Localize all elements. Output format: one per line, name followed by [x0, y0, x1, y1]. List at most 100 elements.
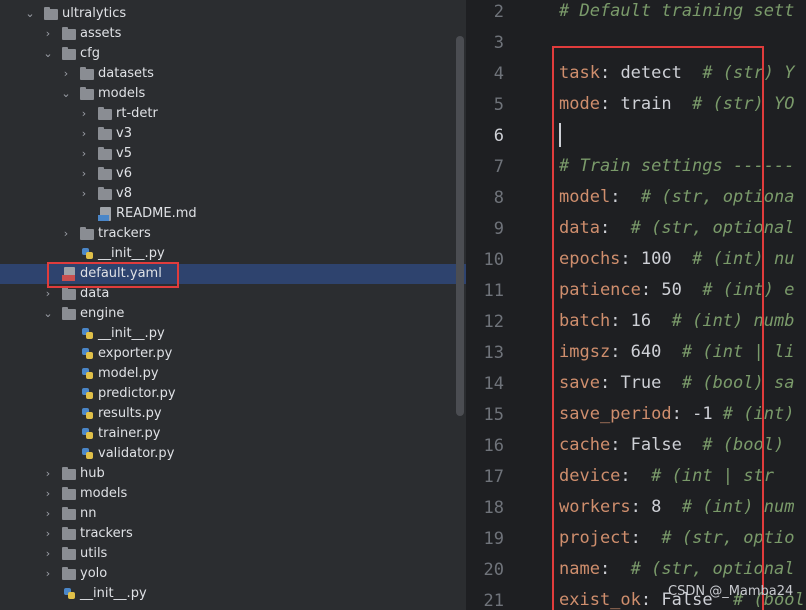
tree-item-label: hub — [80, 466, 105, 481]
tree-folder-row[interactable]: ⌄ models — [0, 84, 466, 104]
folder-icon — [44, 7, 60, 21]
chevron-right-icon[interactable]: › — [42, 24, 54, 44]
tree-item-label: datasets — [98, 66, 154, 81]
tree-folder-row[interactable]: › models — [0, 484, 466, 504]
tree-file-row[interactable]: __init__.py — [0, 244, 466, 264]
tree-file-row[interactable]: __init__.py — [0, 324, 466, 344]
chevron-right-icon[interactable]: › — [78, 104, 90, 124]
line-number: 11 — [483, 281, 504, 301]
tree-folder-row[interactable]: › datasets — [0, 64, 466, 84]
folder-icon — [62, 527, 78, 541]
tree-item-label: validator.py — [98, 446, 175, 461]
line-number: 5 — [493, 95, 504, 115]
line-number: 13 — [483, 343, 504, 363]
tree-file-row[interactable]: validator.py — [0, 444, 466, 464]
tree-scrollbar[interactable] — [456, 36, 464, 416]
tree-folder-row[interactable]: › nn — [0, 504, 466, 524]
python-file-icon — [80, 407, 96, 421]
chevron-right-icon[interactable]: › — [42, 504, 54, 524]
folder-icon — [62, 287, 78, 301]
code-line[interactable]: # Default training sett — [559, 0, 794, 26]
python-file-icon — [80, 247, 96, 261]
line-number: 20 — [483, 560, 504, 580]
tree-file-row[interactable]: __init__.py — [0, 584, 466, 604]
chevron-down-icon[interactable]: ⌄ — [42, 44, 54, 64]
chevron-right-icon[interactable]: › — [78, 144, 90, 164]
tree-item-label: yolo — [80, 566, 108, 581]
tree-folder-row[interactable]: ⌄ cfg — [0, 44, 466, 64]
folder-icon — [80, 87, 96, 101]
folder-icon — [62, 27, 78, 41]
chevron-down-icon[interactable]: ⌄ — [24, 4, 36, 24]
tree-folder-row[interactable]: ⌄ ultralytics — [0, 4, 466, 24]
line-number: 6 — [493, 126, 504, 146]
chevron-right-icon[interactable]: › — [42, 524, 54, 544]
line-number: 7 — [493, 157, 504, 177]
tree-folder-row[interactable]: › rt-detr — [0, 104, 466, 124]
line-number: 19 — [483, 529, 504, 549]
tree-item-label: __init__.py — [80, 586, 147, 601]
python-file-icon — [80, 347, 96, 361]
tree-folder-row[interactable]: › yolo — [0, 564, 466, 584]
tree-file-row[interactable]: README.md — [0, 204, 466, 224]
tree-item-label: results.py — [98, 406, 162, 421]
chevron-right-icon[interactable]: › — [60, 64, 72, 84]
tree-folder-row[interactable]: › utils — [0, 544, 466, 564]
tree-item-label: README.md — [116, 206, 197, 221]
tree-file-row[interactable]: predictor.py — [0, 384, 466, 404]
tree-item-label: predictor.py — [98, 386, 176, 401]
chevron-right-icon[interactable]: › — [60, 224, 72, 244]
tree-folder-row[interactable]: › v8 — [0, 184, 466, 204]
tree-item-label: __init__.py — [98, 326, 165, 341]
tree-file-row[interactable]: results.py — [0, 404, 466, 424]
watermark: CSDN @_Mamba24 — [668, 584, 794, 599]
line-number: 2 — [493, 2, 504, 22]
tree-item-label: trackers — [98, 226, 151, 241]
folder-icon — [62, 47, 78, 61]
chevron-right-icon[interactable]: › — [42, 544, 54, 564]
folder-icon — [98, 167, 114, 181]
folder-icon — [80, 227, 96, 241]
tree-file-row[interactable]: exporter.py — [0, 344, 466, 364]
chevron-right-icon[interactable]: › — [78, 124, 90, 144]
tree-folder-row[interactable]: › assets — [0, 24, 466, 44]
tree-file-row[interactable]: trainer.py — [0, 424, 466, 444]
chevron-down-icon[interactable]: ⌄ — [42, 304, 54, 324]
line-number: 15 — [483, 405, 504, 425]
tree-folder-row[interactable]: › hub — [0, 464, 466, 484]
tree-folder-row[interactable]: ⌄ engine — [0, 304, 466, 324]
chevron-right-icon[interactable]: › — [78, 184, 90, 204]
tree-item-label: exporter.py — [98, 346, 173, 361]
code-editor[interactable]: 2 3 4 5 6 7 8 9 10 11 12 13 14 15 16 17 18 19 20 21 # Defau… — [466, 0, 806, 610]
tree-folder-row[interactable]: › trackers — [0, 224, 466, 244]
chevron-right-icon[interactable]: › — [42, 464, 54, 484]
line-number: 17 — [483, 467, 504, 487]
chevron-down-icon[interactable]: ⌄ — [60, 84, 72, 104]
tree-item-label: __init__.py — [98, 246, 165, 261]
line-number: 8 — [493, 188, 504, 208]
tree-folder-row[interactable]: › trackers — [0, 524, 466, 544]
tree-folder-row[interactable]: › v6 — [0, 164, 466, 184]
annotation-box-default-yaml — [47, 262, 179, 288]
tree-folder-row[interactable]: › v3 — [0, 124, 466, 144]
folder-icon — [80, 67, 96, 81]
line-number-gutter: 2 3 4 5 6 7 8 9 10 11 12 13 14 15 16 17 18 19 20 21 — [466, 0, 536, 610]
folder-icon — [62, 507, 78, 521]
annotation-box-settings — [552, 46, 764, 610]
markdown-file-icon — [98, 207, 114, 221]
tree-item-label: rt-detr — [116, 106, 158, 121]
project-tree-panel: ⌄ ultralytics › assets ⌄ cfg › datasets ⌄ models ›… — [0, 0, 466, 610]
folder-icon — [98, 187, 114, 201]
tree-item-label: model.py — [98, 366, 159, 381]
chevron-right-icon[interactable]: › — [42, 484, 54, 504]
tree-folder-row[interactable]: › v5 — [0, 144, 466, 164]
chevron-right-icon[interactable]: › — [78, 164, 90, 184]
tree-item-label: models — [98, 86, 146, 101]
tree-item-label: utils — [80, 546, 108, 561]
folder-icon — [98, 107, 114, 121]
line-number: 14 — [483, 374, 504, 394]
chevron-right-icon[interactable]: › — [42, 564, 54, 584]
folder-icon — [98, 127, 114, 141]
tree-file-row[interactable]: model.py — [0, 364, 466, 384]
line-number: 3 — [493, 33, 504, 53]
